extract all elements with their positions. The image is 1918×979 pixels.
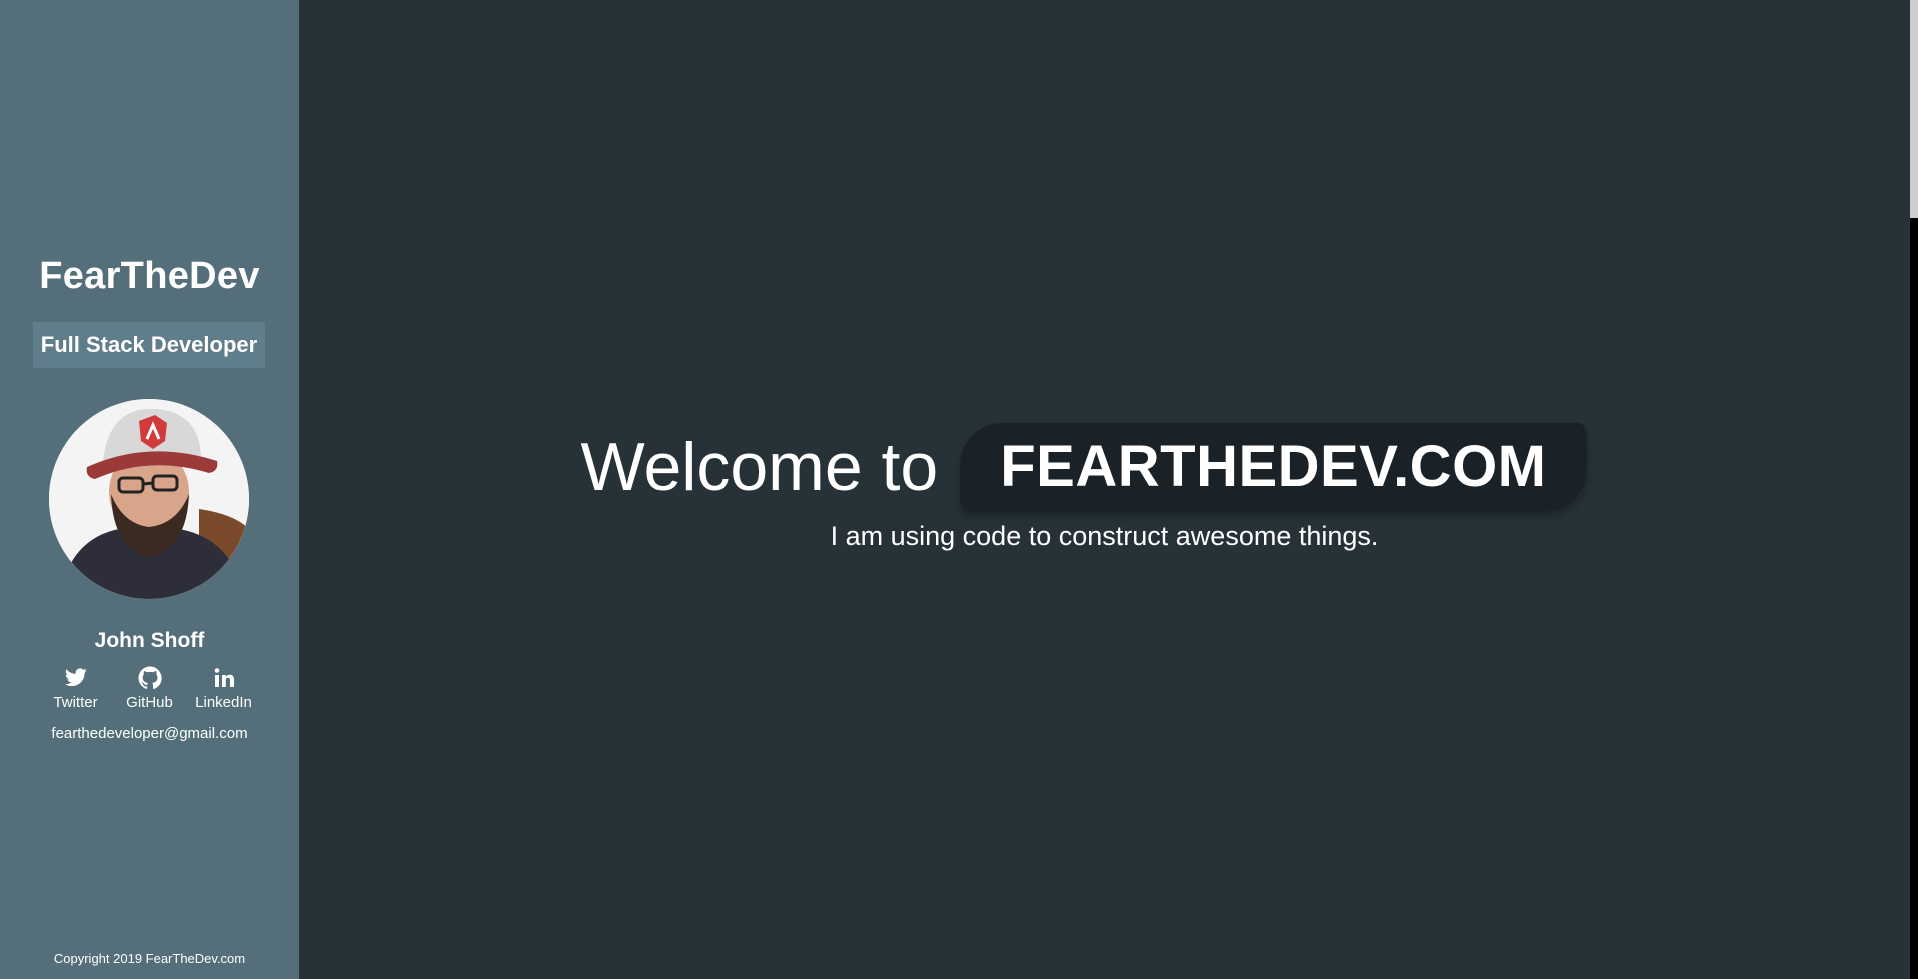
twitter-icon <box>64 668 87 687</box>
twitter-link[interactable]: Twitter <box>39 666 113 711</box>
linkedin-icon <box>214 668 234 687</box>
github-icon <box>138 666 162 690</box>
vertical-scrollbar[interactable] <box>1910 0 1918 979</box>
welcome-text: Welcome to <box>580 429 939 505</box>
social-links: Twitter GitHub LinkedIn <box>0 666 299 711</box>
role-badge: Full Stack Developer <box>33 322 265 368</box>
linkedin-link[interactable]: LinkedIn <box>187 666 261 711</box>
linkedin-label: LinkedIn <box>195 694 252 711</box>
sidebar: FearTheDev Full Stack Developer John Sho… <box>0 0 299 979</box>
scrollbar-thumb[interactable] <box>1910 0 1918 218</box>
domain-badge: FEARTHEDEV.COM <box>960 423 1587 511</box>
tagline: I am using code to construct awesome thi… <box>830 521 1379 551</box>
hero-title: Welcome to FEARTHEDEV.COM <box>299 423 1910 511</box>
copyright-text: Copyright 2019 FearTheDev.com <box>53 951 246 966</box>
main-content: Welcome to FEARTHEDEV.COM I am using cod… <box>299 0 1910 979</box>
avatar <box>49 399 249 599</box>
github-label: GitHub <box>126 694 173 711</box>
site-brand[interactable]: FearTheDev <box>0 255 299 298</box>
author-name: John Shoff <box>94 629 205 652</box>
twitter-label: Twitter <box>53 694 98 711</box>
github-link[interactable]: GitHub <box>113 666 187 711</box>
avatar-photo <box>49 399 249 599</box>
email-link[interactable]: fearthedeveloper@gmail.com <box>0 725 299 742</box>
